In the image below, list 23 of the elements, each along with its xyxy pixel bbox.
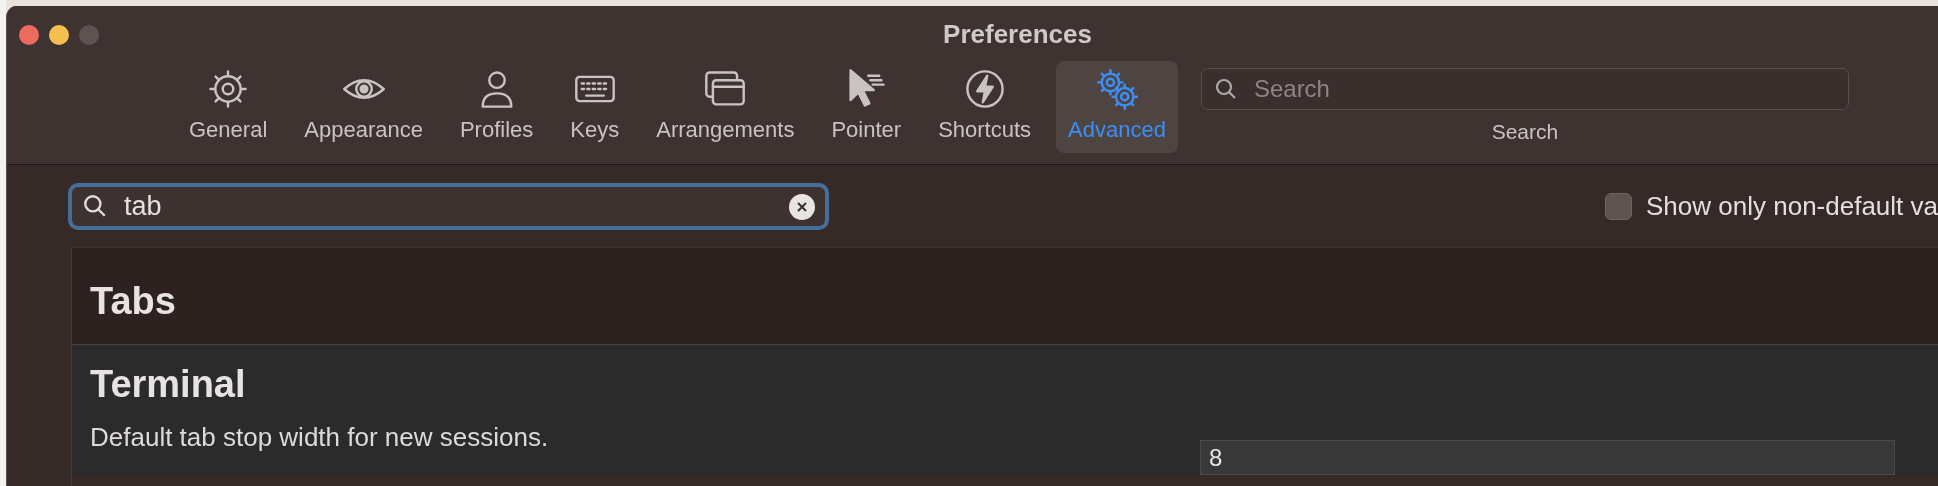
toolbar-tab[interactable]: Shortcuts bbox=[926, 61, 1044, 153]
search-label: Search bbox=[1491, 120, 1559, 144]
toolbar-tab[interactable]: Profiles bbox=[447, 61, 546, 153]
toolbar-tab[interactable]: Keys bbox=[558, 61, 632, 153]
toolbar-tab[interactable]: Appearance bbox=[292, 61, 435, 153]
window-title: Preferences bbox=[943, 19, 1092, 51]
search-icon bbox=[1213, 77, 1238, 101]
close-icon bbox=[796, 200, 808, 213]
search-field[interactable]: Search bbox=[1200, 68, 1849, 110]
gears-icon bbox=[1095, 67, 1139, 111]
checkbox-label: Show only non-default va bbox=[1646, 190, 1938, 222]
close-button[interactable] bbox=[19, 25, 39, 45]
toolbar-tab[interactable]: Arrangements bbox=[644, 61, 807, 153]
value-field[interactable]: 8 bbox=[1200, 440, 1895, 475]
minimize-button[interactable] bbox=[49, 25, 69, 45]
checkbox[interactable] bbox=[1605, 192, 1633, 220]
setting-label: Default tab stop width for new sessions. bbox=[90, 422, 549, 453]
toolbar-tab[interactable]: General bbox=[177, 61, 280, 153]
search-icon bbox=[82, 192, 108, 219]
toolbar-tab[interactable]: Pointer bbox=[819, 61, 914, 153]
section-title: Terminal bbox=[90, 363, 247, 406]
section-title: Tabs bbox=[90, 280, 177, 323]
filter-field[interactable]: tab bbox=[68, 182, 829, 230]
